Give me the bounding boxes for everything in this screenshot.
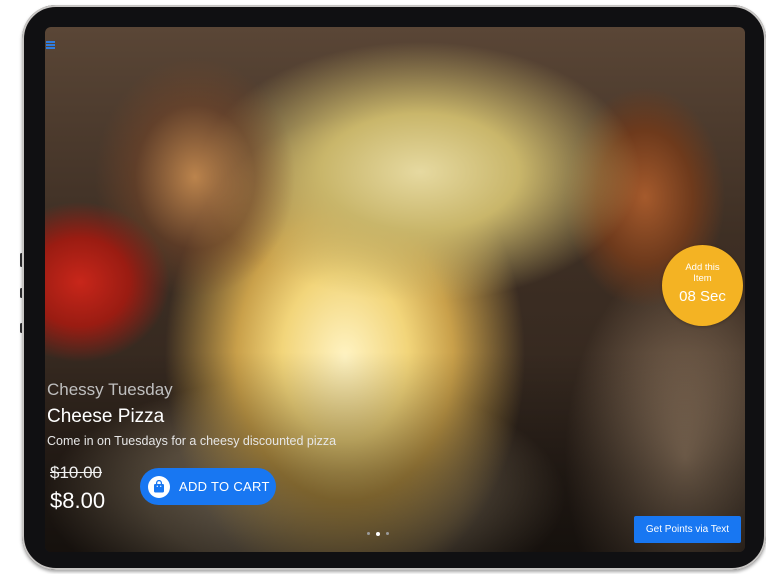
add-item-timer-badge[interactable]: Add this Item 08 Sec	[662, 245, 743, 326]
hamburger-menu-icon[interactable]	[46, 41, 55, 49]
promo-subtitle: Chessy Tuesday	[47, 380, 173, 399]
menu-line	[46, 41, 55, 43]
side-button	[20, 323, 23, 333]
product-name: Cheese Pizza	[47, 406, 165, 427]
side-button	[20, 288, 23, 298]
discounted-price: $8.00	[50, 488, 106, 513]
menu-line	[46, 47, 55, 49]
add-to-cart-label: ADD TO CART	[179, 479, 270, 494]
add-to-cart-button[interactable]: ADD TO CART	[140, 468, 276, 505]
get-points-via-text-button[interactable]: Get Points via Text	[634, 516, 741, 543]
shopping-bag-icon	[148, 475, 170, 498]
carousel-dot-active[interactable]	[376, 531, 380, 536]
carousel-dot[interactable]	[367, 532, 370, 535]
menu-line	[46, 44, 55, 46]
timer-countdown: 08 Sec	[679, 288, 726, 305]
side-button	[20, 253, 23, 267]
promo-screen: Add this Item 08 Sec Chessy Tuesday Chee…	[45, 27, 745, 552]
original-price: $10.00	[50, 463, 102, 482]
timer-title: Add this Item	[685, 262, 720, 284]
product-description: Come in on Tuesdays for a cheesy discoun…	[47, 434, 337, 448]
carousel-dot[interactable]	[386, 532, 389, 535]
carousel-pagination	[367, 531, 389, 536]
